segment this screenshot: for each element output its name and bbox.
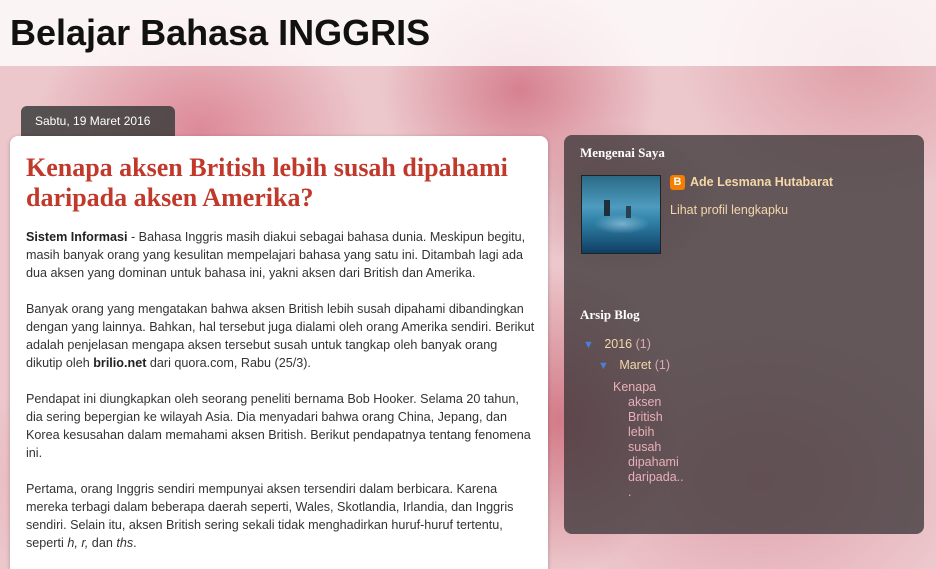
archive-post-link[interactable]: susah [628, 440, 661, 455]
profile-avatar[interactable] [581, 175, 661, 254]
archive-widget-title: Arsip Blog [580, 307, 640, 322]
post-paragraph: Pertama, orang Inggris sendiri mempunyai… [26, 482, 514, 550]
post-paragraph: Banyak orang yang mengatakan bahwa aksen… [26, 302, 535, 370]
source-label: Sistem Informasi [26, 230, 128, 244]
author-name-link[interactable]: Ade Lesmana Hutabarat [690, 175, 833, 189]
archive-post-link[interactable]: aksen [628, 395, 661, 410]
archive-year-row: ▼ 2016 (1) [583, 337, 651, 351]
archive-year-link[interactable]: 2016 [604, 337, 632, 351]
archive-post-link[interactable]: dipahami [628, 455, 679, 470]
archive-month-link[interactable]: Maret [619, 358, 651, 372]
archive-month-count: (1) [654, 358, 671, 372]
archive-post-link[interactable]: Kenapa [613, 380, 656, 395]
source-site: brilio.net [93, 356, 147, 370]
post-paragraph: Pendapat ini diungkapkan oleh seorang pe… [26, 392, 531, 460]
archive-post-link[interactable]: British [628, 410, 663, 425]
view-profile-link[interactable]: Lihat profil lengkapku [670, 203, 788, 217]
expand-toggle-icon[interactable]: ▼ [583, 339, 594, 351]
post-date: Sabtu, 19 Maret 2016 [35, 114, 151, 128]
sidebar: Mengenai Saya Arsip Blog [564, 135, 924, 534]
archive-month-row: ▼ Maret (1) [598, 358, 670, 372]
blogger-icon: B [670, 175, 685, 190]
post-date-header: Sabtu, 19 Maret 2016 [21, 106, 175, 136]
about-widget-title: Mengenai Saya [580, 145, 665, 160]
expand-toggle-icon[interactable]: ▼ [598, 360, 609, 372]
post-body: Sistem Informasi - Bahasa Inggris masih … [26, 228, 536, 569]
archive-post-link[interactable]: . [628, 485, 631, 500]
archive-post-link[interactable]: daripada.. [628, 470, 684, 485]
blog-title[interactable]: Belajar Bahasa INGGRIS [10, 12, 430, 54]
post-title[interactable]: Kenapa aksen British lebih susah dipaham… [26, 153, 536, 213]
post-paragraph: Sistem Informasi - Bahasa Inggris masih … [26, 230, 526, 280]
archive-year-count: (1) [635, 337, 651, 351]
blog-header: Belajar Bahasa INGGRIS [0, 0, 936, 66]
post-card: Kenapa aksen British lebih susah dipaham… [10, 136, 548, 569]
archive-post-link[interactable]: lebih [628, 425, 654, 440]
